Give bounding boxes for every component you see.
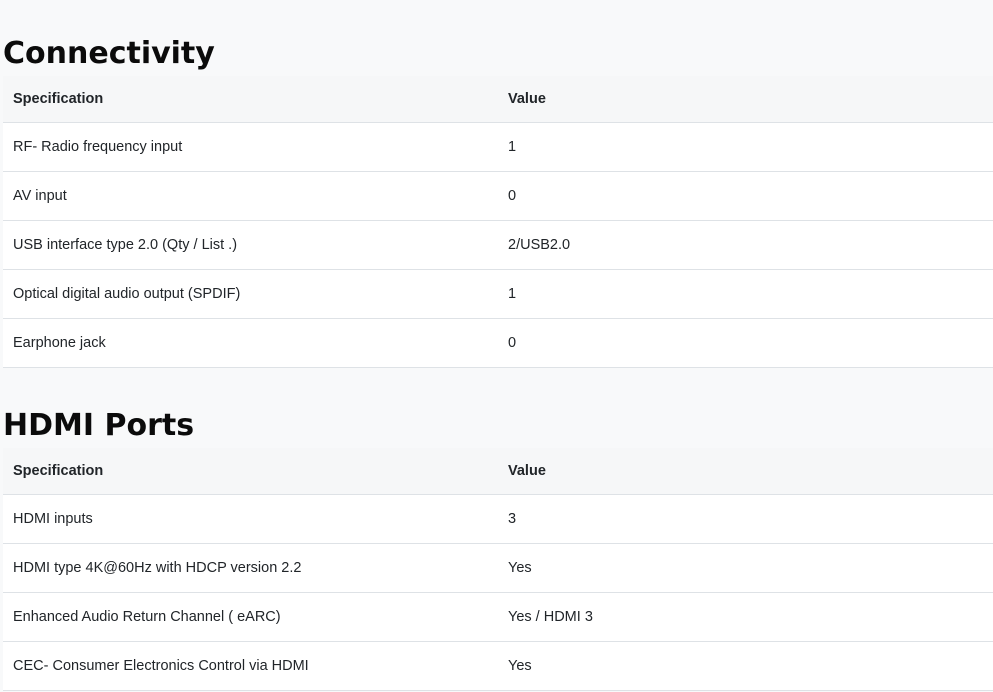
table-row: AV input 0: [3, 171, 993, 221]
value-cell: 1: [498, 122, 993, 172]
table-header-row: Specification Value: [3, 448, 993, 495]
spec-cell: RF- Radio frequency input: [3, 122, 498, 172]
spec-cell: Earphone jack: [3, 318, 498, 368]
spec-cell: Optical digital audio output (SPDIF): [3, 269, 498, 319]
table-row: HDMI inputs 3: [3, 494, 993, 544]
value-cell: 3: [498, 494, 993, 544]
section-title-connectivity: Connectivity: [3, 36, 215, 71]
table-header-row: Specification Value: [3, 76, 993, 123]
column-header-value: Value: [498, 448, 993, 495]
spec-cell: HDMI type 4K@60Hz with HDCP version 2.2: [3, 543, 498, 593]
table-row: USB interface type 2.0 (Qty / List .) 2/…: [3, 220, 993, 270]
value-cell: 2/USB2.0: [498, 220, 993, 270]
connectivity-section: Connectivity Specification Value RF- Rad…: [3, 0, 993, 368]
value-cell: Yes: [498, 543, 993, 593]
section-title-hdmi-ports: HDMI Ports: [3, 408, 195, 443]
table-row: HDMI type 4K@60Hz with HDCP version 2.2 …: [3, 543, 993, 593]
value-cell: 1: [498, 269, 993, 319]
value-cell: 0: [498, 171, 993, 221]
connectivity-table: Specification Value RF- Radio frequency …: [3, 76, 993, 368]
table-row: Optical digital audio output (SPDIF) 1: [3, 269, 993, 319]
spec-cell: CEC- Consumer Electronics Control via HD…: [3, 641, 498, 691]
table-row: RF- Radio frequency input 1: [3, 122, 993, 172]
column-header-value: Value: [498, 76, 993, 123]
value-cell: 0: [498, 318, 993, 368]
value-cell: Yes / HDMI 3: [498, 592, 993, 642]
column-header-specification: Specification: [3, 448, 498, 495]
hdmi-ports-section: HDMI Ports Specification Value HDMI inpu…: [3, 372, 993, 691]
spec-cell: Enhanced Audio Return Channel ( eARC): [3, 592, 498, 642]
spec-cell: AV input: [3, 171, 498, 221]
spec-cell: HDMI inputs: [3, 494, 498, 544]
hdmi-ports-table: Specification Value HDMI inputs 3 HDMI t…: [3, 448, 993, 691]
spec-cell: USB interface type 2.0 (Qty / List .): [3, 220, 498, 270]
column-header-specification: Specification: [3, 76, 498, 123]
table-row: CEC- Consumer Electronics Control via HD…: [3, 641, 993, 691]
table-row: Earphone jack 0: [3, 318, 993, 368]
table-row: Enhanced Audio Return Channel ( eARC) Ye…: [3, 592, 993, 642]
value-cell: Yes: [498, 641, 993, 691]
